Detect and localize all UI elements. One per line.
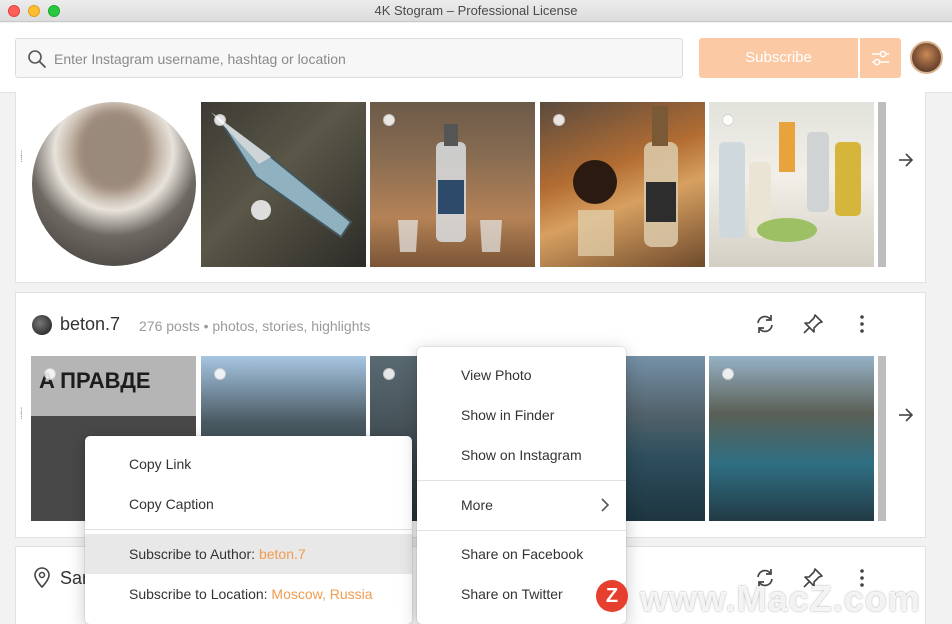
next-thumbnail-peek xyxy=(878,356,886,521)
more-vertical-icon[interactable] xyxy=(850,312,874,336)
menu-item-share-facebook[interactable]: Share on Facebook xyxy=(417,534,626,574)
select-checkbox[interactable] xyxy=(383,368,395,380)
search-box[interactable] xyxy=(15,38,683,78)
menu-separator xyxy=(417,480,626,481)
menu-item-subscribe-location[interactable]: Subscribe to Location: Moscow, Russia xyxy=(85,574,412,614)
context-menu-subscribe: Copy Link Copy Caption Subscribe to Auth… xyxy=(85,436,412,624)
select-checkbox[interactable] xyxy=(44,368,56,380)
search-input[interactable] xyxy=(54,48,654,70)
profile-photo xyxy=(32,102,196,266)
subscribe-author-label: Subscribe to Author: xyxy=(129,546,256,562)
subscribe-location-value: Moscow, Russia xyxy=(271,586,373,602)
menu-item-show-in-finder[interactable]: Show in Finder xyxy=(417,395,626,435)
watermark-text: www.MacZ.com xyxy=(640,578,921,619)
title-bar: 4K Stogram – Professional License xyxy=(0,0,952,22)
account-avatar xyxy=(32,315,52,335)
guitar-illustration xyxy=(573,106,678,256)
menu-item-copy-link[interactable]: Copy Link xyxy=(85,444,412,484)
post-thumbnail[interactable] xyxy=(709,102,874,267)
select-checkbox[interactable] xyxy=(553,114,565,126)
menu-item-copy-caption[interactable]: Copy Caption xyxy=(85,484,412,524)
account-name[interactable]: beton.7 xyxy=(60,314,120,335)
post-thumbnail[interactable] xyxy=(201,102,366,267)
filter-settings-button[interactable] xyxy=(860,38,901,78)
menu-item-view-photo[interactable]: View Photo xyxy=(417,355,626,395)
profile-card: ⁞ ⁞ xyxy=(15,92,926,283)
post-thumbnail[interactable] xyxy=(709,356,874,521)
more-label: More xyxy=(461,497,493,513)
app-window: 4K Stogram – Professional License Subscr… xyxy=(0,0,952,624)
toolbar: Subscribe xyxy=(0,23,952,93)
sliders-icon xyxy=(872,50,889,66)
account-meta: 276 posts • photos, stories, highlights xyxy=(139,318,371,334)
context-menu-photo: View Photo Show in Finder Show on Instag… xyxy=(417,347,626,624)
knife-illustration xyxy=(211,112,353,239)
subscribe-button[interactable]: Subscribe xyxy=(699,38,858,78)
bottle-illustration xyxy=(398,124,502,252)
drag-handle-icon[interactable]: ⁞ ⁞ xyxy=(20,408,26,422)
location-pin-icon xyxy=(34,567,50,589)
pin-icon[interactable] xyxy=(801,312,825,336)
subscribe-author-value: beton.7 xyxy=(258,546,306,562)
window-title: 4K Stogram – Professional License xyxy=(374,3,578,18)
subscribe-location-label: Subscribe to Location: xyxy=(129,586,268,602)
menu-separator xyxy=(417,530,626,531)
select-checkbox[interactable] xyxy=(722,114,734,126)
menu-item-share-twitter[interactable]: Share on Twitter xyxy=(417,574,626,614)
select-checkbox[interactable] xyxy=(383,114,395,126)
user-avatar[interactable] xyxy=(910,41,943,74)
watermark-badge: Z xyxy=(596,580,628,612)
post-thumbnail[interactable] xyxy=(540,102,705,267)
drag-handle-icon[interactable]: ⁞ ⁞ xyxy=(20,151,26,165)
select-checkbox[interactable] xyxy=(214,368,226,380)
menu-separator xyxy=(85,529,412,530)
post-thumbnail[interactable] xyxy=(370,102,535,267)
select-checkbox[interactable] xyxy=(722,368,734,380)
location-name[interactable]: Sar xyxy=(60,568,88,589)
arrow-right-icon[interactable] xyxy=(896,150,916,170)
arrow-right-icon[interactable] xyxy=(896,405,916,425)
bottles-illustration xyxy=(719,122,861,242)
next-thumbnail-peek xyxy=(878,102,886,267)
menu-item-subscribe-author[interactable]: Subscribe to Author: beton.7 xyxy=(85,534,412,574)
refresh-icon[interactable] xyxy=(753,312,777,336)
search-icon xyxy=(28,50,46,68)
select-checkbox[interactable] xyxy=(214,114,226,126)
chevron-right-icon xyxy=(601,498,610,512)
menu-item-more[interactable]: More xyxy=(417,485,626,525)
menu-item-show-on-instagram[interactable]: Show on Instagram xyxy=(417,435,626,475)
